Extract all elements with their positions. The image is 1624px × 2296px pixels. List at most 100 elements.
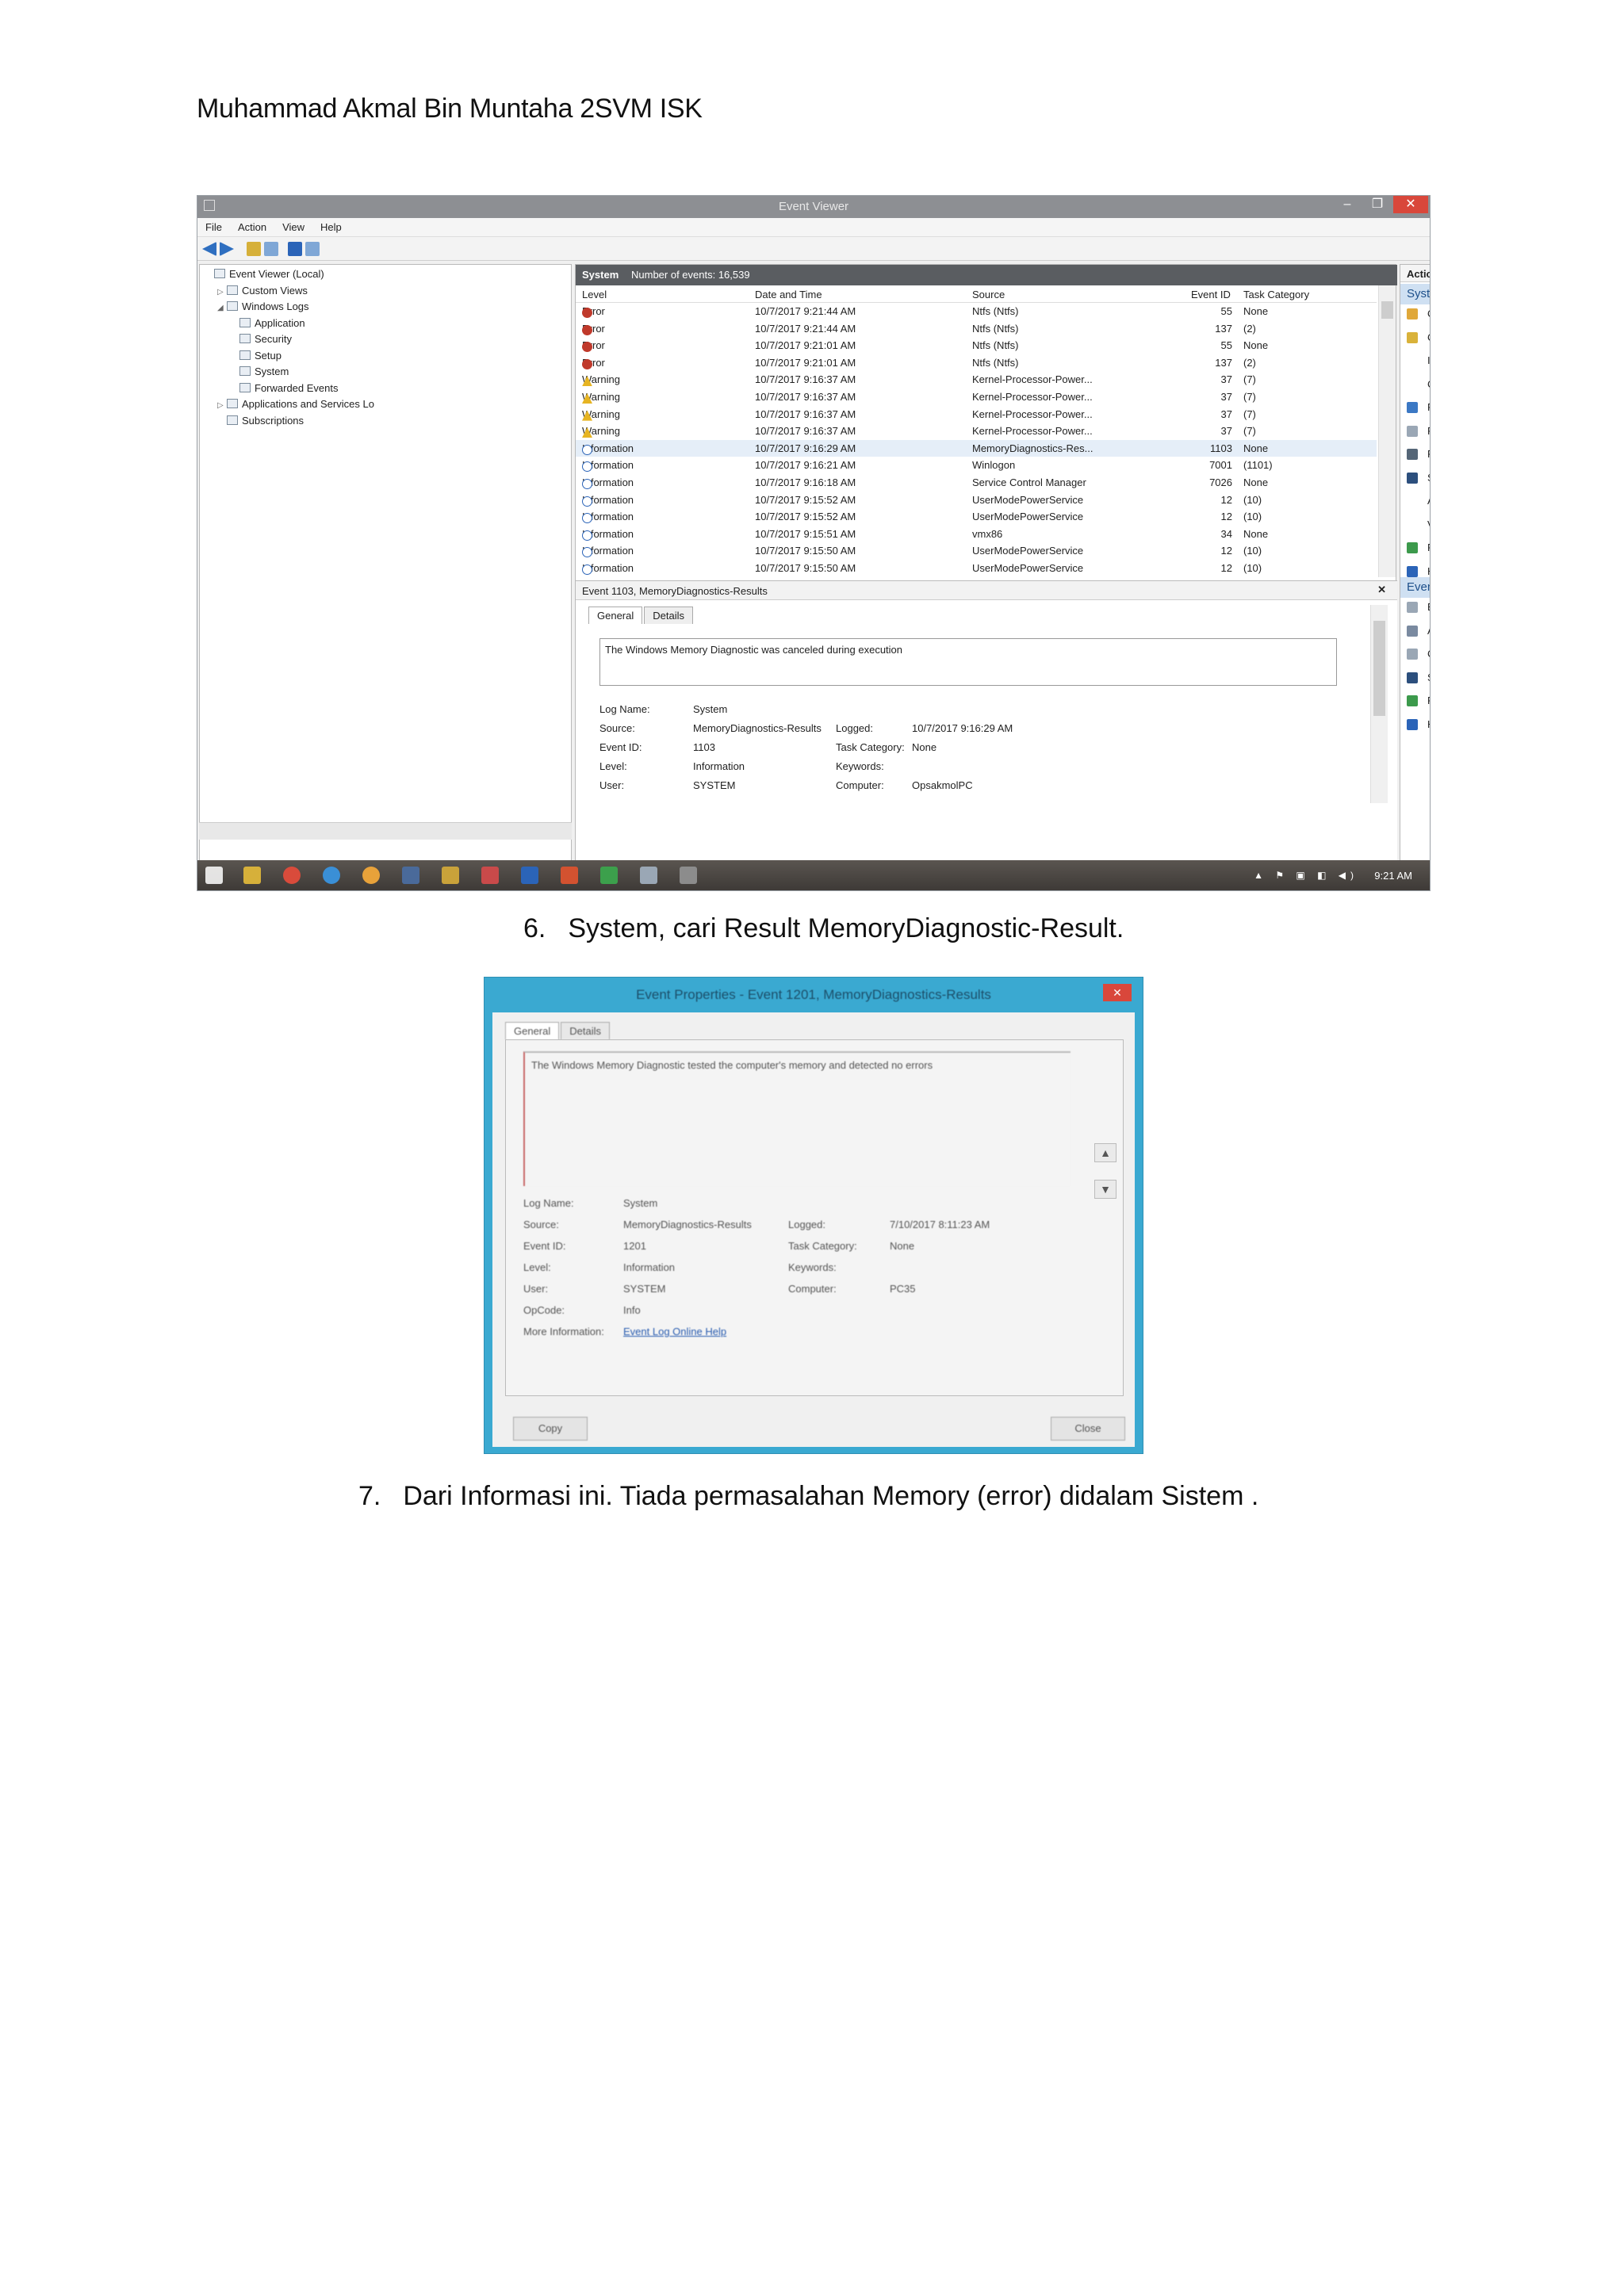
action-item[interactable]: Help▶ [1407, 718, 1430, 730]
menu-action[interactable]: Action [230, 218, 274, 236]
action-item[interactable]: Attach Task To This Event... [1407, 625, 1430, 637]
table-row[interactable]: Information 10/7/2017 9:16:29 AM MemoryDia… [576, 439, 1377, 457]
tree-item[interactable]: System [230, 365, 289, 377]
dialog-close-icon[interactable]: ✕ [1103, 984, 1132, 1001]
tree-horizontal-scrollbar[interactable] [199, 822, 572, 840]
table-row[interactable]: Warning 10/7/2017 9:16:37 AM Kernel-Proces… [576, 388, 1377, 406]
help-icon[interactable] [288, 242, 302, 256]
menu-file[interactable]: File [197, 218, 230, 236]
close-window-button[interactable]: ✕ [1393, 196, 1428, 213]
back-icon[interactable] [202, 242, 216, 256]
word-icon[interactable] [521, 867, 538, 884]
dialog-tab-general[interactable]: General [505, 1022, 560, 1039]
previous-event-button[interactable]: ▲ [1094, 1143, 1116, 1162]
minimize-button[interactable]: – [1331, 196, 1363, 213]
tab-details[interactable]: Details [644, 607, 693, 624]
copy-button[interactable]: Copy [513, 1417, 588, 1441]
column-level[interactable]: Level [582, 289, 607, 300]
action-item[interactable]: Attach a Task To this Log... [1407, 495, 1430, 507]
steam-icon[interactable] [402, 867, 419, 884]
taskbar-clock[interactable]: 9:21 AM [1374, 870, 1412, 882]
action-item[interactable]: Refresh [1407, 695, 1430, 706]
tree-item[interactable]: ◢ Windows Logs [217, 300, 309, 312]
column-date[interactable]: Date and Time [755, 289, 822, 300]
tray-icons[interactable]: ▲ ⚑ ▣ ◧ ◀) [1254, 870, 1358, 881]
event-list-scrollbar[interactable] [1378, 285, 1396, 577]
action-item[interactable]: Create Custom View... [1407, 331, 1430, 343]
table-row[interactable]: Warning 10/7/2017 9:16:37 AM Kernel-Proces… [576, 371, 1377, 388]
action-label: Refresh [1427, 695, 1430, 706]
tree-item[interactable]: Forwarded Events [230, 382, 339, 394]
action-item[interactable]: Properties [1407, 425, 1430, 437]
show-hide-tree-icon[interactable] [264, 242, 278, 256]
table-row[interactable]: Information 10/7/2017 9:15:51 AM vmx86 34 No… [576, 526, 1377, 543]
table-row[interactable]: Information 10/7/2017 9:15:52 AM UserModeP… [576, 492, 1377, 509]
next-event-button[interactable]: ▼ [1094, 1180, 1116, 1199]
table-row[interactable]: Information 10/7/2017 9:16:18 AM Service C… [576, 474, 1377, 492]
close-detail-icon[interactable]: ✕ [1377, 584, 1386, 596]
app-icon[interactable] [481, 867, 499, 884]
column-event-id[interactable]: Event ID [1191, 289, 1231, 300]
action-item[interactable]: Event Properties [1407, 601, 1430, 613]
tab-general[interactable]: General [588, 607, 643, 624]
app-icon[interactable] [442, 867, 459, 884]
detail-scrollbar[interactable] [1370, 605, 1388, 803]
show-hide-action-pane-icon[interactable] [305, 242, 320, 256]
detail-scrollbar-thumb[interactable] [1373, 621, 1385, 716]
table-row[interactable]: Warning 10/7/2017 9:16:37 AM Kernel-Proces… [576, 423, 1377, 440]
tree-expander-icon[interactable]: ◢ [217, 304, 225, 312]
menu-help[interactable]: Help [312, 218, 350, 236]
action-item[interactable]: Copy▶ [1407, 648, 1430, 660]
menu-view[interactable]: View [274, 218, 312, 236]
start-icon[interactable] [205, 867, 223, 884]
tree-item[interactable]: Subscriptions [217, 415, 304, 427]
action-item[interactable]: Open Saved Log... [1407, 308, 1430, 320]
table-row[interactable]: Error 10/7/2017 9:21:01 AM Ntfs (Ntfs) 55 No… [576, 337, 1377, 354]
tree-expander-icon[interactable]: ▷ [217, 401, 225, 410]
table-row[interactable]: Information 10/7/2017 9:16:21 AM Winlogon 7… [576, 457, 1377, 474]
actions-section-system[interactable]: System ▲ [1400, 284, 1430, 304]
column-task-category[interactable]: Task Category [1243, 289, 1309, 300]
app-icon[interactable] [680, 867, 697, 884]
table-row[interactable]: Information 10/7/2017 9:15:50 AM UserModeP… [576, 542, 1377, 560]
tree-item[interactable]: Security [230, 333, 292, 345]
action-item[interactable]: Import Custom View... [1407, 354, 1430, 366]
tree-item[interactable]: Setup [230, 350, 282, 362]
powerpoint-icon[interactable] [561, 867, 578, 884]
tree-expander-icon[interactable]: ▷ [217, 288, 225, 297]
action-item[interactable]: Save Selected Events... [1407, 672, 1430, 683]
action-item[interactable]: Find... [1407, 448, 1430, 460]
actions-section-event[interactable]: Event 1103, MemoryDiagnostic... ▲ [1400, 577, 1430, 598]
action-item[interactable]: Help▶ [1407, 565, 1430, 577]
action-item[interactable]: Clear Log... [1407, 378, 1430, 390]
tree-item[interactable]: Application [230, 317, 305, 329]
app-icon[interactable] [362, 867, 380, 884]
app-icon[interactable] [600, 867, 618, 884]
ie-icon[interactable] [323, 867, 340, 884]
folder-up-icon[interactable] [247, 242, 261, 256]
maximize-button[interactable]: ❐ [1362, 196, 1393, 213]
forward-icon[interactable] [220, 242, 234, 256]
chrome-icon[interactable] [283, 867, 301, 884]
tree-item[interactable]: ▷ Applications and Services Lo [217, 398, 374, 410]
table-row[interactable]: Information 10/7/2017 9:15:52 AM UserModeP… [576, 508, 1377, 526]
dialog-tab-details[interactable]: Details [561, 1022, 610, 1039]
event-viewer-taskbar-icon[interactable] [640, 867, 657, 884]
event-log-online-help-link[interactable]: Event Log Online Help [623, 1326, 726, 1337]
action-item[interactable]: View▶ [1407, 519, 1430, 530]
table-row[interactable]: Warning 10/7/2017 9:16:37 AM Kernel-Proces… [576, 406, 1377, 423]
column-source[interactable]: Source [972, 289, 1005, 300]
action-item[interactable]: Refresh [1407, 541, 1430, 553]
action-item[interactable]: Filter Current Log... [1407, 401, 1430, 413]
tree-item[interactable]: Event Viewer (Local) [205, 268, 324, 280]
scrollbar-thumb[interactable] [1381, 301, 1393, 319]
table-row[interactable]: Error 10/7/2017 9:21:44 AM Ntfs (Ntfs) 55 No… [576, 303, 1377, 320]
table-row[interactable]: Error 10/7/2017 9:21:44 AM Ntfs (Ntfs) 137 (… [576, 320, 1377, 338]
table-row[interactable]: Information 10/7/2017 9:15:50 AM UserModeP… [576, 560, 1377, 577]
file-explorer-icon[interactable] [243, 867, 261, 884]
action-item[interactable]: Save All Events As... [1407, 472, 1430, 484]
table-row[interactable]: Information10/7/2017 9:15:42 AMWLAN-Auto… [576, 577, 1377, 578]
table-row[interactable]: Error 10/7/2017 9:21:01 AM Ntfs (Ntfs) 137 (… [576, 354, 1377, 372]
close-button[interactable]: Close [1051, 1417, 1125, 1441]
tree-item[interactable]: ▷ Custom Views [217, 285, 308, 297]
